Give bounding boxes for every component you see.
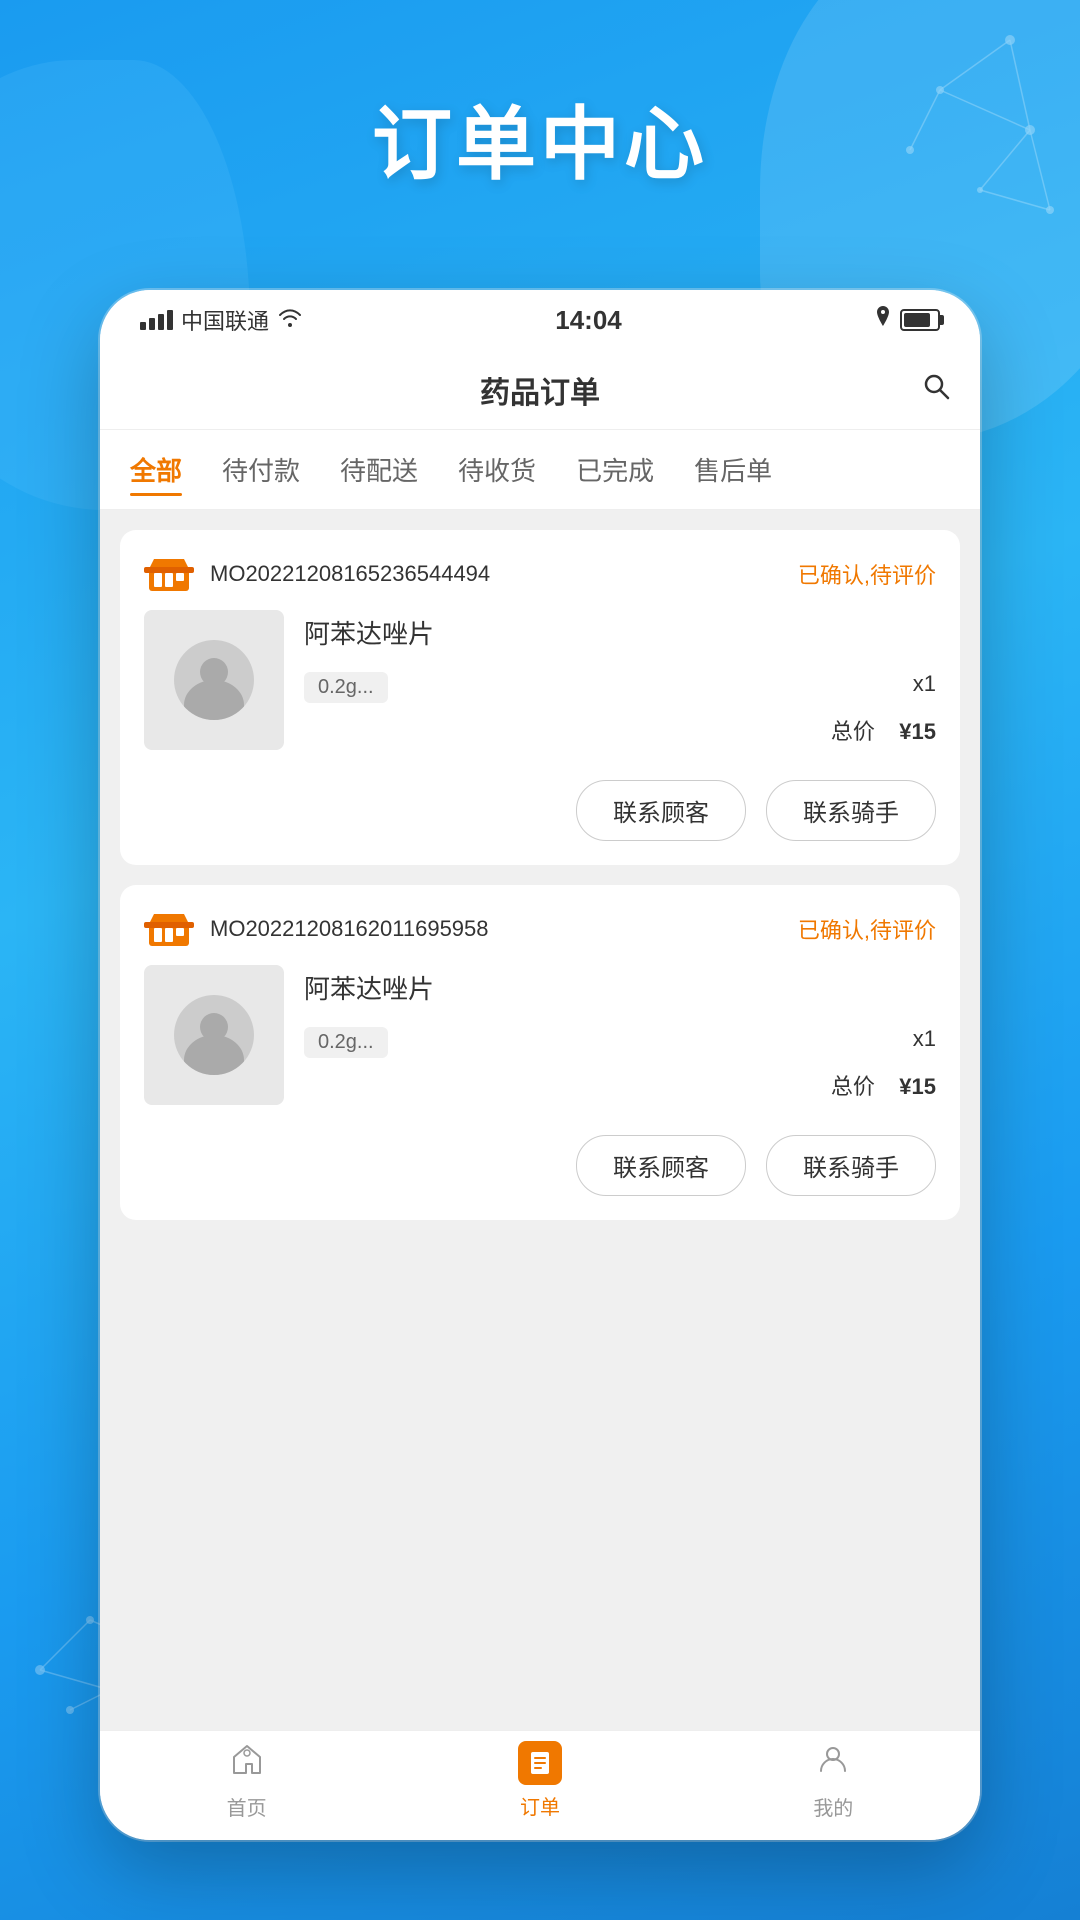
- tab-all[interactable]: 全部: [130, 443, 182, 496]
- bottom-nav: 首页 订单: [100, 1730, 980, 1840]
- status-bar: 中国联通 14:04: [100, 290, 980, 350]
- order-status-1: 已确认,待评价: [798, 558, 936, 590]
- product-image-2: [144, 965, 284, 1105]
- bottom-nav-home[interactable]: 首页: [100, 1741, 393, 1821]
- mine-icon: [815, 1741, 851, 1786]
- home-icon: [229, 1741, 265, 1786]
- nav-title: 药品订单: [480, 368, 600, 412]
- product-info-2: 阿苯达唑片 0.2g... x1 总价 ¥15: [304, 965, 936, 1105]
- battery-icon: [900, 309, 940, 331]
- contact-customer-btn-2[interactable]: 联系顾客: [576, 1135, 746, 1196]
- product-avatar-placeholder-2: [174, 995, 254, 1075]
- page-title-area: 订单中心: [0, 80, 1080, 196]
- order-body-2: 阿苯达唑片 0.2g... x1 总价 ¥15: [120, 965, 960, 1125]
- order-id-2: MO20221208162011695958: [210, 916, 782, 942]
- phone-mockup: 中国联通 14:04 药品订单: [100, 290, 980, 1840]
- mine-label: 我的: [813, 1792, 853, 1821]
- order-id-1: MO20221208165236544494: [210, 561, 782, 587]
- nav-bar: 药品订单: [100, 350, 980, 430]
- product-spec-1: 0.2g...: [304, 672, 388, 703]
- contact-rider-btn-1[interactable]: 联系骑手: [766, 780, 936, 841]
- order-header-2: MO20221208162011695958 已确认,待评价: [120, 885, 960, 965]
- total-label-1: 总价: [831, 719, 875, 744]
- signal-bar-2: [149, 318, 155, 330]
- bottom-nav-mine[interactable]: 我的: [687, 1741, 980, 1821]
- status-left: 中国联通: [140, 304, 303, 336]
- product-total-1: 总价 ¥15: [304, 714, 936, 746]
- content-area: MO20221208165236544494 已确认,待评价 阿苯达唑片 0.2…: [100, 510, 980, 1730]
- signal-bar-1: [140, 322, 146, 330]
- search-button[interactable]: [922, 372, 950, 407]
- order-store-icon-2: [144, 909, 194, 949]
- tab-bar: 全部 待付款 待配送 待收货 已完成 售后单: [100, 430, 980, 510]
- carrier-text: 中国联通: [181, 304, 269, 336]
- status-time: 14:04: [555, 305, 622, 336]
- order-body-1: 阿苯达唑片 0.2g... x1 总价 ¥15: [120, 610, 960, 770]
- order-card-1: MO20221208165236544494 已确认,待评价 阿苯达唑片 0.2…: [120, 530, 960, 865]
- product-qty-2: x1: [388, 1026, 936, 1052]
- total-price-1: ¥15: [899, 719, 936, 744]
- product-image-1: [144, 610, 284, 750]
- location-icon: [874, 306, 892, 334]
- orders-icon: [518, 1741, 562, 1785]
- total-price-2: ¥15: [899, 1074, 936, 1099]
- contact-rider-btn-2[interactable]: 联系骑手: [766, 1135, 936, 1196]
- product-name-2: 阿苯达唑片: [304, 969, 936, 1006]
- order-status-2: 已确认,待评价: [798, 913, 936, 945]
- order-actions-1: 联系顾客 联系骑手: [120, 770, 960, 865]
- product-spec-2: 0.2g...: [304, 1027, 388, 1058]
- total-label-2: 总价: [831, 1074, 875, 1099]
- product-info-1: 阿苯达唑片 0.2g... x1 总价 ¥15: [304, 610, 936, 750]
- signal-bar-4: [167, 310, 173, 330]
- product-name-1: 阿苯达唑片: [304, 614, 936, 651]
- bottom-nav-orders[interactable]: 订单: [393, 1741, 686, 1820]
- contact-customer-btn-1[interactable]: 联系顾客: [576, 780, 746, 841]
- tab-completed[interactable]: 已完成: [576, 443, 654, 496]
- battery-fill: [904, 313, 930, 327]
- product-qty-1: x1: [388, 671, 936, 697]
- signal-bars: [140, 310, 173, 330]
- tab-pending-payment[interactable]: 待付款: [222, 443, 300, 496]
- tab-pending-receipt[interactable]: 待收货: [458, 443, 536, 496]
- page-title: 订单中心: [0, 80, 1080, 196]
- tab-pending-delivery[interactable]: 待配送: [340, 443, 418, 496]
- orders-icon-bg: [518, 1741, 562, 1785]
- product-total-2: 总价 ¥15: [304, 1069, 936, 1101]
- status-right: [874, 306, 940, 334]
- order-card-2: MO20221208162011695958 已确认,待评价 阿苯达唑片 0.2…: [120, 885, 960, 1220]
- product-avatar-placeholder-1: [174, 640, 254, 720]
- signal-bar-3: [158, 314, 164, 330]
- order-actions-2: 联系顾客 联系骑手: [120, 1125, 960, 1220]
- home-label: 首页: [227, 1792, 267, 1821]
- order-store-icon-1: [144, 554, 194, 594]
- tab-after-sale[interactable]: 售后单: [694, 443, 772, 496]
- orders-label: 订单: [520, 1791, 560, 1820]
- wifi-icon: [277, 307, 303, 333]
- order-header-1: MO20221208165236544494 已确认,待评价: [120, 530, 960, 610]
